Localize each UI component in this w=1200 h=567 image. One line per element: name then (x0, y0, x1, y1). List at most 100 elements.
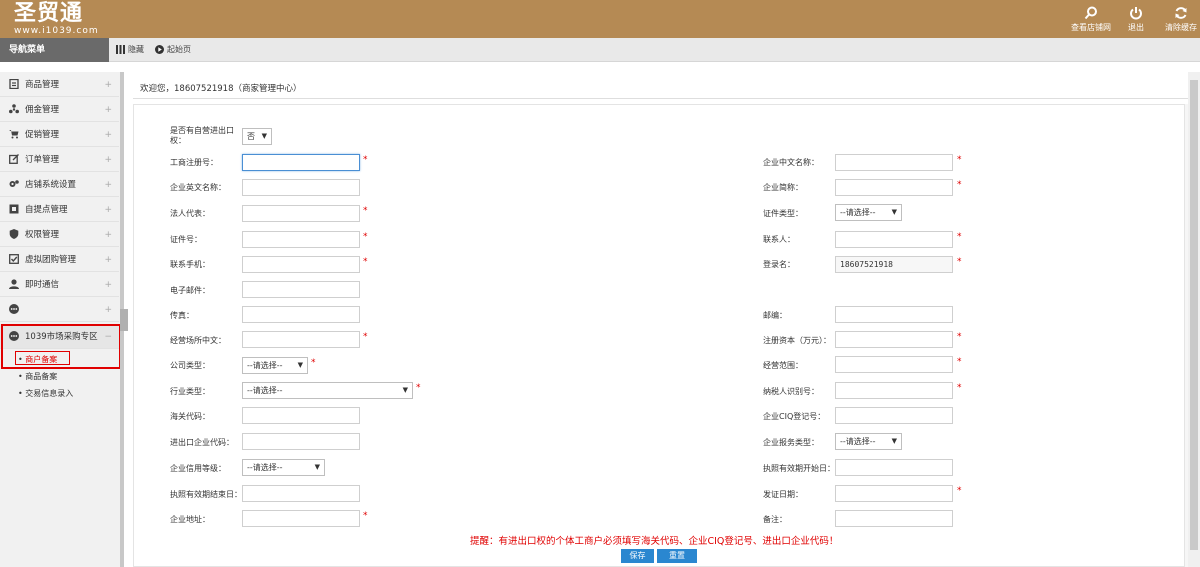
taxpayer-id-label: 纳税人识别号： (763, 387, 819, 396)
company-type-select[interactable]: --请选择-- ▼ (242, 357, 308, 374)
sidebar-item-promotion[interactable]: 促销管理 + (0, 122, 119, 147)
id-type-select[interactable]: --请选择-- ▼ (835, 204, 902, 221)
required-mark: * (957, 383, 962, 393)
import-export-code-label: 进出口企业代码： (170, 438, 234, 447)
self-export-select[interactable]: 否 ▼ (242, 128, 272, 145)
mobile-label: 联系手机： (170, 260, 210, 269)
scrollbar-thumb[interactable] (1190, 80, 1198, 550)
sidebar-item-label: 自提点管理 (25, 205, 68, 215)
business-place-input[interactable] (242, 331, 360, 348)
sidebar-item-pickup[interactable]: 自提点管理 + (0, 197, 119, 222)
collapse-sidebar-handle[interactable] (120, 309, 128, 331)
required-mark: * (363, 257, 368, 267)
view-store-button[interactable]: 查看店铺网 (1067, 6, 1115, 33)
user-chat-icon (9, 279, 19, 289)
expand-icon: + (104, 180, 112, 190)
play-circle-icon (155, 45, 164, 54)
divider (133, 98, 1188, 99)
import-export-code-input[interactable] (242, 433, 360, 450)
registered-capital-input[interactable] (835, 331, 953, 348)
save-button[interactable]: 保存 (621, 549, 654, 563)
reg-number-input[interactable] (242, 154, 360, 171)
sidebar-item-label: 商品管理 (25, 80, 60, 90)
issue-date-input[interactable] (835, 485, 953, 502)
nav-menu-title: 导航菜单 (0, 38, 109, 62)
ciq-number-input[interactable] (835, 407, 953, 424)
credit-level-select[interactable]: --请选择-- ▼ (242, 459, 325, 476)
goods-icon (9, 79, 19, 89)
login-name-input[interactable]: 18607521918 (835, 256, 953, 273)
required-mark: * (957, 486, 962, 496)
logo-text: 圣贸通 (14, 1, 84, 26)
chevron-down-icon: ▼ (891, 208, 897, 216)
company-address-input[interactable] (242, 510, 360, 527)
view-store-label: 查看店铺网 (1071, 23, 1111, 32)
reg-number-label: 工商注册号： (170, 158, 218, 167)
taxpayer-id-input[interactable] (835, 382, 953, 399)
selected-item-box (15, 351, 70, 365)
hide-menu-label: 隐藏 (128, 45, 144, 54)
self-export-label: 是否有自营进出口权： (170, 126, 234, 145)
login-name-label: 登录名： (763, 260, 795, 269)
pickup-icon (9, 204, 19, 214)
license-end-label: 执照有效期结束日： (170, 490, 242, 499)
more-icon (9, 304, 19, 314)
company-cn-name-input[interactable] (835, 154, 953, 171)
license-end-input[interactable] (242, 485, 360, 502)
sidebar-item-goods[interactable]: 商品管理 + (0, 72, 119, 97)
required-mark: * (957, 257, 962, 267)
declaration-type-value: --请选择-- (840, 437, 876, 446)
email-input[interactable] (242, 281, 360, 298)
declaration-type-select[interactable]: --请选择-- ▼ (835, 433, 902, 450)
sidebar: 商品管理 + 佣金管理 + 促销管理 + 订单管理 + 店铺系统设置 + 自提点… (0, 72, 120, 567)
cart-icon (9, 129, 19, 139)
sidebar-item-commission[interactable]: 佣金管理 + (0, 97, 119, 122)
sub-toolbar: 导航菜单 隐藏 起始页 (0, 38, 1200, 62)
company-short-name-input[interactable] (835, 179, 953, 196)
sidebar-item-permissions[interactable]: 权限管理 + (0, 222, 119, 247)
sidebar-subitem-transaction-entry[interactable]: • 交易信息录入 (18, 388, 73, 399)
expand-icon: + (104, 230, 112, 240)
refresh-icon (1175, 7, 1187, 19)
remarks-input[interactable] (835, 510, 953, 527)
mobile-input[interactable] (242, 256, 360, 273)
clear-cache-button[interactable]: 清除缓存 (1157, 6, 1200, 33)
postcode-label: 邮编： (763, 311, 787, 320)
sidebar-subitem-label: 商品备案 (25, 372, 58, 381)
logo-url: www.i1039.com (14, 26, 99, 36)
sidebar-subitem-goods-filing[interactable]: • 商品备案 (18, 371, 57, 382)
hide-menu-button[interactable]: 隐藏 (116, 44, 144, 55)
search-icon (1084, 6, 1097, 20)
business-scope-input[interactable] (835, 356, 953, 373)
fax-input[interactable] (242, 306, 360, 323)
logout-label: 退出 (1128, 23, 1144, 32)
home-page-button[interactable]: 起始页 (155, 44, 191, 55)
expand-icon: + (104, 80, 112, 90)
sidebar-item-virtual-group[interactable]: 虚拟团购管理 + (0, 247, 119, 272)
sidebar-item-unnamed[interactable]: + (0, 297, 119, 322)
license-start-input[interactable] (835, 459, 953, 476)
contact-person-input[interactable] (835, 231, 953, 248)
company-en-name-input[interactable] (242, 179, 360, 196)
sidebar-item-label: 促销管理 (25, 130, 60, 140)
legal-rep-input[interactable] (242, 205, 360, 222)
page-scrollbar[interactable] (1188, 72, 1200, 567)
company-cn-name-label: 企业中文名称： (763, 158, 819, 167)
order-icon (9, 154, 19, 164)
self-export-value: 否 (247, 132, 255, 141)
required-mark: * (363, 232, 368, 242)
sidebar-item-store-settings[interactable]: 店铺系统设置 + (0, 172, 119, 197)
ciq-number-label: 企业CIQ登记号： (763, 412, 826, 421)
sidebar-item-orders[interactable]: 订单管理 + (0, 147, 119, 172)
id-number-input[interactable] (242, 231, 360, 248)
chevron-down-icon: ▼ (891, 437, 897, 445)
checkbox-icon (9, 254, 19, 264)
postcode-input[interactable] (835, 306, 953, 323)
required-mark: * (957, 155, 962, 165)
logout-button[interactable]: 退出 (1112, 6, 1160, 33)
registered-capital-label: 注册资本（万元）： (763, 336, 831, 345)
industry-type-select[interactable]: --请选择-- ▼ (242, 382, 413, 399)
reset-button[interactable]: 重置 (657, 549, 697, 563)
customs-code-input[interactable] (242, 407, 360, 424)
sidebar-item-instant-messaging[interactable]: 即时通信 + (0, 272, 119, 297)
